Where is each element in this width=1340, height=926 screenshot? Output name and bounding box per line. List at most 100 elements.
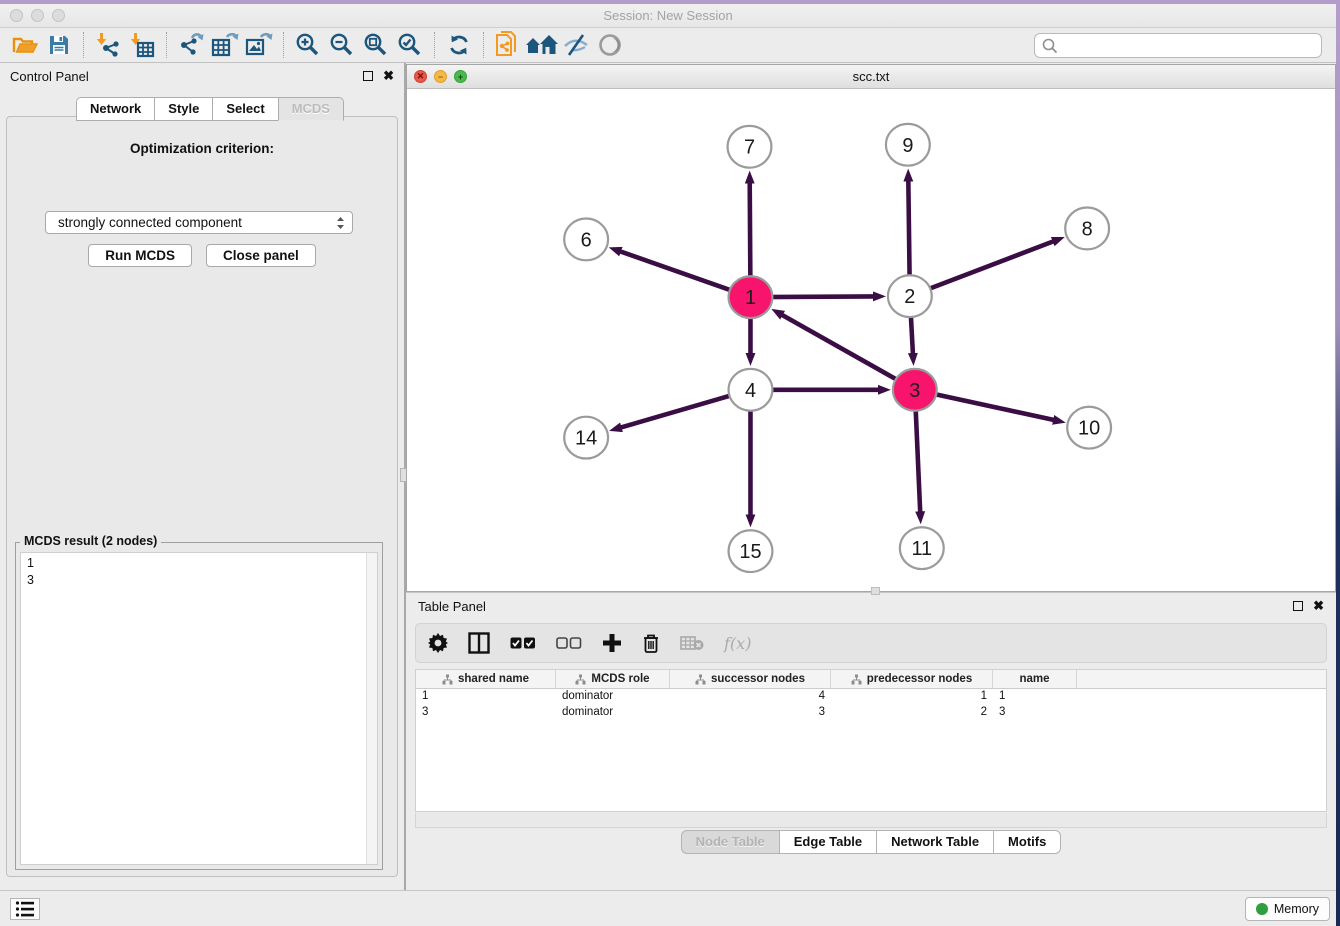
export-network-button[interactable] [174,30,208,60]
table-close-icon[interactable]: ✖ [1313,601,1324,611]
optimization-criterion-dropdown[interactable]: strongly connected component [45,211,353,234]
toolbar-separator [434,32,435,58]
graph-node-11[interactable]: 11 [900,527,944,569]
table-cell[interactable]: 3 [993,705,1077,721]
mcds-result-text: 1 3 [21,553,366,864]
tab-network-table[interactable]: Network Table [876,830,993,854]
show-all-button[interactable] [593,30,627,60]
edge-3-11[interactable] [915,401,920,513]
graph-node-14[interactable]: 14 [564,417,608,459]
zoom-fit-button[interactable] [359,30,393,60]
graph-node-6[interactable]: 6 [564,218,608,260]
run-mcds-button[interactable]: Run MCDS [88,244,192,267]
open-folder-icon [12,33,38,57]
graph-node-2[interactable]: 2 [888,275,932,317]
edge-2-9[interactable] [908,181,909,286]
column-label: name [1019,673,1049,685]
graph-node-3[interactable]: 3 [893,369,937,411]
table-row[interactable]: 1dominator411 [416,689,1326,705]
export-table-button[interactable] [208,30,242,60]
edge-3-1[interactable] [782,315,906,385]
tab-select[interactable]: Select [212,97,277,121]
graph-node-9[interactable]: 9 [886,124,930,166]
edge-1-6[interactable] [620,251,740,293]
show-columns-button[interactable] [468,629,490,657]
graph-node-1[interactable]: 1 [729,276,773,318]
table-cell[interactable]: 4 [670,689,831,705]
table-cell[interactable]: dominator [556,705,670,721]
first-neighbors-button[interactable] [525,30,559,60]
tab-mcds[interactable]: MCDS [278,97,344,121]
table-cell[interactable]: 2 [831,705,993,721]
export-image-button[interactable] [242,30,276,60]
edge-1-2[interactable] [761,296,874,297]
hide-selected-button[interactable] [559,30,593,60]
tab-edge-table[interactable]: Edge Table [779,830,876,854]
table-horizontal-scrollbar[interactable] [415,813,1327,828]
close-panel-button[interactable]: Close panel [206,244,316,267]
search-input[interactable] [1059,36,1321,56]
control-panel-tabs: NetworkStyleSelectMCDS [76,97,344,121]
select-all-button[interactable] [510,629,536,657]
column-header-mcds-role[interactable]: MCDS role [556,670,670,688]
tab-motifs[interactable]: Motifs [993,830,1061,854]
table-cell[interactable]: 3 [670,705,831,721]
import-table-button[interactable] [125,30,159,60]
tab-style[interactable]: Style [154,97,212,121]
memory-button[interactable]: Memory [1245,897,1330,921]
column-header-successor-nodes[interactable]: successor nodes [670,670,831,688]
refresh-button[interactable] [442,30,476,60]
save-floppy-icon [48,34,70,56]
float-panel-icon[interactable] [363,71,373,81]
close-panel-icon[interactable]: ✖ [383,71,394,81]
save-session-button[interactable] [42,30,76,60]
delete-table-icon [680,635,704,651]
graph-node-7[interactable]: 7 [728,126,772,168]
table-float-icon[interactable] [1293,601,1303,611]
zoom-selected-button[interactable] [393,30,427,60]
function-builder-button[interactable]: f(x) [724,629,751,657]
deselect-all-button[interactable] [556,629,582,657]
zoom-out-button[interactable] [325,30,359,60]
column-header-name[interactable]: name [993,670,1077,688]
table-cell[interactable]: dominator [556,689,670,705]
graph-node-15[interactable]: 15 [729,530,773,572]
table-cell[interactable]: 1 [831,689,993,705]
dropdown-selected-value: strongly connected component [58,215,335,230]
edge-2-8[interactable] [920,241,1054,292]
network-canvas[interactable]: 1 2 3 4 6 7 8 9 10 11 14 15 [407,89,1335,591]
network-window-titlebar: ✕ − + scc.txt [407,65,1335,89]
edge-4-14[interactable] [621,393,740,428]
tab-node-table[interactable]: Node Table [681,830,779,854]
edge-3-10[interactable] [926,392,1055,420]
svg-text:7: 7 [744,137,755,159]
delete-row-button[interactable] [642,629,660,657]
result-scrollbar[interactable] [366,553,377,864]
table-cell[interactable]: 3 [416,705,556,721]
table-cell[interactable]: 1 [993,689,1077,705]
mcds-result-title: MCDS result (2 nodes) [20,534,161,548]
duplicate-network-button[interactable] [491,30,525,60]
edge-1-7[interactable] [750,183,751,287]
task-history-button[interactable] [10,898,40,920]
graph-node-4[interactable]: 4 [729,369,773,411]
column-header-shared-name[interactable]: shared name [416,670,556,688]
table-cell[interactable]: 1 [416,689,556,705]
tab-network[interactable]: Network [76,97,154,121]
svg-text:6: 6 [581,229,592,251]
zoom-out-icon [329,32,355,58]
import-network-button[interactable] [91,30,125,60]
network-graph: 1 2 3 4 6 7 8 9 10 11 14 15 [407,89,1335,591]
zoom-in-button[interactable] [291,30,325,60]
column-header-predecessor-nodes[interactable]: predecessor nodes [831,670,993,688]
svg-text:11: 11 [911,538,932,560]
graph-node-8[interactable]: 8 [1065,208,1109,250]
add-row-button[interactable] [602,629,622,657]
table-panel-header: Table Panel ✖ [406,593,1336,619]
graph-node-10[interactable]: 10 [1067,407,1111,449]
open-session-button[interactable] [8,30,42,60]
table-settings-button[interactable] [428,629,448,657]
horizontal-splitter-grip[interactable] [871,587,880,595]
delete-table-button[interactable] [680,629,704,657]
table-row[interactable]: 3dominator323 [416,705,1326,721]
